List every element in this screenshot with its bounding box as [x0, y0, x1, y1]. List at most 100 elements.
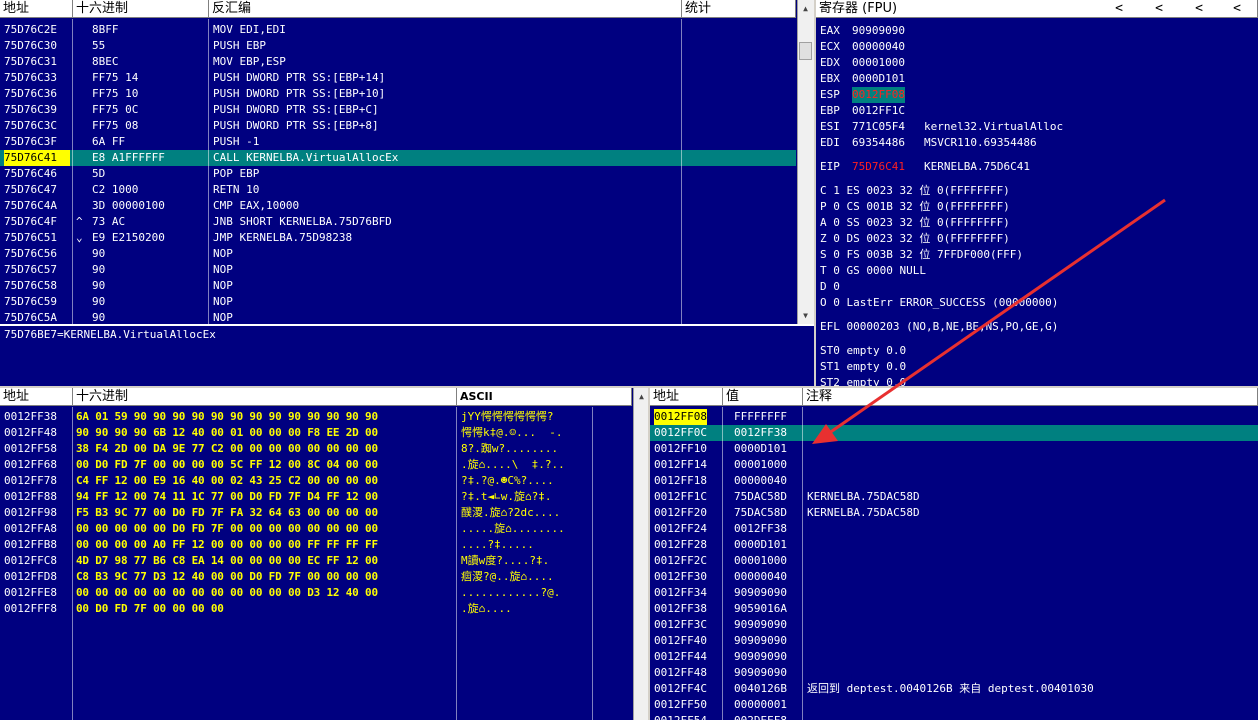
dump-row[interactable]: 0012FF98F5 B3 9C 77 00 D0 FD 7F FA 32 64… [0, 505, 632, 521]
dump-header-hex[interactable]: 十六进制 [73, 388, 457, 406]
disasm-row[interactable]: 75D76C36FF75 10PUSH DWORD PTR SS:[EBP+10… [0, 86, 796, 102]
flag-row[interactable]: T 0 GS 0000 NULL [820, 263, 1250, 279]
disasm-header-disassembly[interactable]: 反汇编 [209, 0, 682, 18]
disasm-row[interactable]: 75D76C39FF75 0CPUSH DWORD PTR SS:[EBP+C] [0, 102, 796, 118]
register-edx[interactable]: EDX00001000 [820, 55, 1250, 71]
register-value[interactable]: 69354486 [852, 135, 905, 151]
stack-row[interactable]: 0012FF2075DAC58DKERNELBA.75DAC58D [650, 505, 1258, 521]
register-value[interactable]: 0012FF08 [852, 87, 905, 103]
disasm-row[interactable]: 75D76C465DPOP EBP [0, 166, 796, 182]
registers-nav-left-icon[interactable]: < [1112, 0, 1126, 18]
register-value[interactable]: 75D76C41 [852, 159, 905, 175]
stack-row[interactable]: 0012FF2C00001000 [650, 553, 1258, 569]
disasm-row[interactable]: 75D76C51⌄E9 E2150200JMP KERNELBA.75D9823… [0, 230, 796, 246]
flag-row[interactable]: S 0 FS 003B 32 位 7FFDF000(FFF) [820, 247, 1250, 263]
flag-row[interactable]: D 0 [820, 279, 1250, 295]
register-eax[interactable]: EAX90909090 [820, 23, 1250, 39]
efl-register[interactable]: EFL 00000203 (NO,B,NE,BE,NS,PO,GE,G) [820, 319, 1258, 335]
dump-row[interactable]: 0012FFB800 00 00 00 A0 FF 12 00 00 00 00… [0, 537, 632, 553]
dump-row[interactable]: 0012FFE800 00 00 00 00 00 00 00 00 00 00… [0, 585, 632, 601]
dump-row[interactable]: 0012FF78C4 FF 12 00 E9 16 40 00 02 43 25… [0, 473, 632, 489]
disasm-row[interactable]: 75D76C5990NOP [0, 294, 796, 310]
stack-row[interactable]: 0012FF100000D101 [650, 441, 1258, 457]
register-eip[interactable]: EIP 75D76C41 KERNELBA.75D6C41 [820, 159, 1258, 175]
disasm-row[interactable]: 75D76C5790NOP [0, 262, 796, 278]
dump-row[interactable]: 0012FF6800 D0 FD 7F 00 00 00 00 5C FF 12… [0, 457, 632, 473]
stack-row[interactable]: 0012FF0C0012FF38 [650, 425, 1258, 441]
register-edi[interactable]: EDI69354486MSVCR110.69354486 [820, 135, 1250, 151]
register-value[interactable]: 90909090 [852, 23, 905, 39]
disasm-row[interactable]: 75D76C33FF75 14PUSH DWORD PTR SS:[EBP+14… [0, 70, 796, 86]
stack-header-value[interactable]: 值 [723, 388, 803, 406]
dump-header-ascii[interactable]: ASCII [457, 388, 632, 406]
disasm-row[interactable]: 75D76C2E8BFFMOV EDI,EDI [0, 22, 796, 38]
stack-row[interactable]: 0012FF5000000001 [650, 697, 1258, 713]
disasm-row[interactable]: 75D76C5890NOP [0, 278, 796, 294]
stack-header-address[interactable]: 地址 [650, 388, 723, 406]
scroll-up-icon[interactable]: ▲ [634, 390, 648, 404]
register-ebp[interactable]: EBP0012FF1C [820, 103, 1250, 119]
disasm-row[interactable]: 75D76C4A3D 00000100CMP EAX,10000 [0, 198, 796, 214]
stack-row[interactable]: 0012FF1800000040 [650, 473, 1258, 489]
stack-row[interactable]: 0012FF4490909090 [650, 649, 1258, 665]
flag-row[interactable]: P 0 CS 001B 32 位 0(FFFFFFFF) [820, 199, 1250, 215]
disasm-row[interactable]: 75D76C3F6A FFPUSH -1 [0, 134, 796, 150]
disasm-row[interactable]: 75D76C3055PUSH EBP [0, 38, 796, 54]
stack-row[interactable]: 0012FF280000D101 [650, 537, 1258, 553]
registers-nav-left-icon[interactable]: < [1192, 0, 1206, 18]
dump-row[interactable]: 0012FF4890 90 90 90 6B 12 40 00 01 00 00… [0, 425, 632, 441]
dump-row[interactable]: 0012FFF800 D0 FD 7F 00 00 00 00.旋⌂.... [0, 601, 632, 617]
disasm-scrollbar[interactable]: ▲ ▼ [797, 0, 814, 325]
disasm-row[interactable]: 75D76C47C2 1000RETN 10 [0, 182, 796, 198]
fpu-register[interactable]: ST0 empty 0.0 [820, 343, 1250, 359]
disasm-header-hex[interactable]: 十六进制 [73, 0, 209, 18]
fpu-register[interactable]: ST2 empty 0.0 [820, 375, 1250, 386]
stack-row[interactable]: 0012FF3C90909090 [650, 617, 1258, 633]
dump-row[interactable]: 0012FFA800 00 00 00 00 D0 FD 7F 00 00 00… [0, 521, 632, 537]
dump-scrollbar[interactable]: ▲ [633, 388, 648, 720]
scroll-down-icon[interactable]: ▼ [798, 309, 813, 323]
stack-row[interactable]: 0012FF1C75DAC58DKERNELBA.75DAC58D [650, 489, 1258, 505]
register-value[interactable]: 00000040 [852, 39, 905, 55]
register-value[interactable]: 00001000 [852, 55, 905, 71]
disasm-row[interactable]: 75D76C318BECMOV EBP,ESP [0, 54, 796, 70]
register-esi[interactable]: ESI771C05F4kernel32.VirtualAlloc [820, 119, 1250, 135]
register-esp[interactable]: ESP0012FF08 [820, 87, 1250, 103]
register-value[interactable]: 0012FF1C [852, 103, 905, 119]
register-ebx[interactable]: EBX0000D101 [820, 71, 1250, 87]
registers-nav-left-icon[interactable]: < [1152, 0, 1166, 18]
disasm-row[interactable]: 75D76C5A90NOP [0, 310, 796, 324]
dump-row[interactable]: 0012FF8894 FF 12 00 74 11 1C 77 00 D0 FD… [0, 489, 632, 505]
dump-row[interactable]: 0012FF386A 01 59 90 90 90 90 90 90 90 90… [0, 409, 632, 425]
stack-row[interactable]: 0012FF4890909090 [650, 665, 1258, 681]
register-ecx[interactable]: ECX00000040 [820, 39, 1250, 55]
scroll-up-icon[interactable]: ▲ [798, 2, 813, 16]
dump-row[interactable]: 0012FF5838 F4 2D 00 DA 9E 77 C2 00 00 00… [0, 441, 632, 457]
flag-row[interactable]: A 0 SS 0023 32 位 0(FFFFFFFF) [820, 215, 1250, 231]
disasm-row[interactable]: 75D76C3CFF75 08PUSH DWORD PTR SS:[EBP+8] [0, 118, 796, 134]
disasm-row[interactable]: 75D76C4F^73 ACJNB SHORT KERNELBA.75D76BF… [0, 214, 796, 230]
disasm-header-comment[interactable]: 统计 [682, 0, 796, 18]
stack-row[interactable]: 0012FF240012FF38 [650, 521, 1258, 537]
dump-row[interactable]: 0012FFC84D D7 98 77 B6 C8 EA 14 00 00 00… [0, 553, 632, 569]
fpu-register[interactable]: ST1 empty 0.0 [820, 359, 1250, 375]
disasm-scroll-thumb[interactable] [799, 42, 812, 60]
dump-header-address[interactable]: 地址 [0, 388, 73, 406]
dump-row[interactable]: 0012FFD8C8 B3 9C 77 D3 12 40 00 00 D0 FD… [0, 569, 632, 585]
stack-row[interactable]: 0012FF3000000040 [650, 569, 1258, 585]
stack-row[interactable]: 0012FF08FFFFFFFF [650, 409, 1258, 425]
register-value[interactable]: 0000D101 [852, 71, 905, 87]
register-value[interactable]: 771C05F4 [852, 119, 905, 135]
disasm-header-address[interactable]: 地址 [0, 0, 73, 18]
stack-row[interactable]: 0012FF4C0040126B返回到 deptest.0040126B 来自 … [650, 681, 1258, 697]
stack-row[interactable]: 0012FF54002DEEF8 [650, 713, 1258, 720]
stack-row[interactable]: 0012FF389059016A [650, 601, 1258, 617]
stack-row[interactable]: 0012FF1400001000 [650, 457, 1258, 473]
stack-header-comment[interactable]: 注释 [803, 388, 1258, 406]
disasm-row[interactable]: 75D76C5690NOP [0, 246, 796, 262]
flag-row[interactable]: C 1 ES 0023 32 位 0(FFFFFFFF) [820, 183, 1250, 199]
stack-row[interactable]: 0012FF3490909090 [650, 585, 1258, 601]
disasm-row[interactable]: 75D76C41E8 A1FFFFFFCALL KERNELBA.Virtual… [0, 150, 796, 166]
stack-row[interactable]: 0012FF4090909090 [650, 633, 1258, 649]
flag-row[interactable]: O 0 LastErr ERROR_SUCCESS (00000000) [820, 295, 1250, 311]
